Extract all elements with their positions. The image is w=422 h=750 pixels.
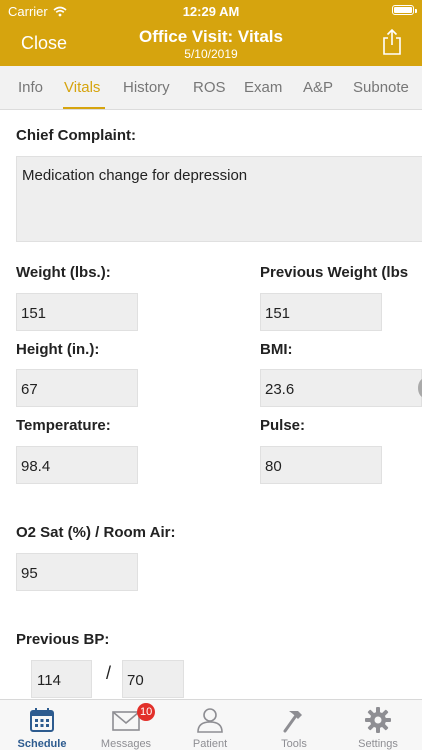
tab-history[interactable]: History bbox=[123, 79, 170, 96]
height-label: Height (in.): bbox=[16, 341, 100, 358]
previous-bp-diastolic-field: 70 bbox=[122, 660, 184, 698]
bmi-field: 23.6 bbox=[260, 369, 422, 407]
messages-badge: 10 bbox=[137, 703, 156, 721]
tab-vitals[interactable]: Vitals bbox=[64, 79, 100, 96]
tabbar-label-schedule: Schedule bbox=[17, 738, 67, 750]
envelope-icon bbox=[112, 711, 140, 731]
pulse-label: Pulse: bbox=[260, 417, 306, 434]
tab-info[interactable]: Info bbox=[18, 79, 43, 96]
temperature-field[interactable]: 98.4 bbox=[16, 446, 138, 484]
tabbar-label-settings: Settings bbox=[358, 738, 398, 750]
height-field[interactable]: 67 bbox=[16, 369, 138, 407]
tab-ap[interactable]: A&P bbox=[303, 79, 333, 96]
tabbar-label-tools: Tools bbox=[281, 738, 307, 750]
calendar-icon bbox=[30, 708, 54, 732]
share-icon[interactable] bbox=[380, 28, 404, 56]
o2-sat-label: O2 Sat (%) / Room Air: bbox=[16, 524, 176, 541]
tab-ros[interactable]: ROS bbox=[193, 79, 226, 96]
section-tabs: Info Vitals History ROS Exam A&P Subnote bbox=[0, 66, 422, 110]
tab-subnote[interactable]: Subnote bbox=[353, 79, 409, 96]
weight-label: Weight (lbs.): bbox=[16, 264, 111, 281]
bmi-label: BMI: bbox=[260, 341, 293, 358]
previous-bp-systolic-field: 114 bbox=[31, 660, 92, 698]
previous-weight-field: 151 bbox=[260, 293, 382, 331]
tabbar-label-patient: Patient bbox=[192, 738, 228, 750]
tabbar-item-patient[interactable]: Patient bbox=[168, 704, 252, 750]
tabbar-item-tools[interactable]: Tools bbox=[252, 704, 336, 750]
previous-weight-label: Previous Weight (lbs bbox=[260, 264, 409, 281]
status-time: 12:29 AM bbox=[182, 4, 240, 19]
previous-bp-label: Previous BP: bbox=[16, 631, 110, 648]
bp-separator: / bbox=[106, 663, 112, 683]
tabbar-item-settings[interactable]: Settings bbox=[336, 704, 420, 750]
o2-sat-field[interactable]: 95 bbox=[16, 553, 138, 591]
temperature-label: Temperature: bbox=[16, 417, 111, 434]
weight-field[interactable]: 151 bbox=[16, 293, 138, 331]
status-bar: Carrier 12:29 AM bbox=[0, 0, 422, 22]
chief-complaint-label: Chief Complaint: bbox=[16, 127, 136, 144]
page-title: Office Visit: Vitals bbox=[139, 27, 283, 46]
bottom-tab-bar: Schedule 10 Messages Patient Tools Setti… bbox=[0, 699, 422, 750]
tabbar-label-messages: Messages bbox=[100, 738, 152, 750]
tabbar-item-messages[interactable]: 10 Messages bbox=[84, 703, 168, 750]
pulse-field[interactable]: 80 bbox=[260, 446, 382, 484]
tab-exam[interactable]: Exam bbox=[244, 79, 282, 96]
hammer-icon bbox=[283, 711, 302, 733]
gear-icon bbox=[365, 707, 391, 733]
navigation-header: Carrier 12:29 AM Close Office Visit: Vit… bbox=[0, 0, 422, 66]
person-icon bbox=[197, 708, 223, 733]
battery-icon bbox=[392, 5, 417, 15]
visit-date: 5/10/2019 bbox=[184, 47, 238, 61]
office-visit-vitals-screen: Carrier 12:29 AM Close Office Visit: Vit… bbox=[0, 0, 422, 750]
tabbar-item-schedule[interactable]: Schedule bbox=[0, 704, 84, 750]
active-tab-indicator bbox=[63, 107, 105, 109]
chief-complaint-field[interactable]: Medication change for depression bbox=[16, 156, 422, 242]
